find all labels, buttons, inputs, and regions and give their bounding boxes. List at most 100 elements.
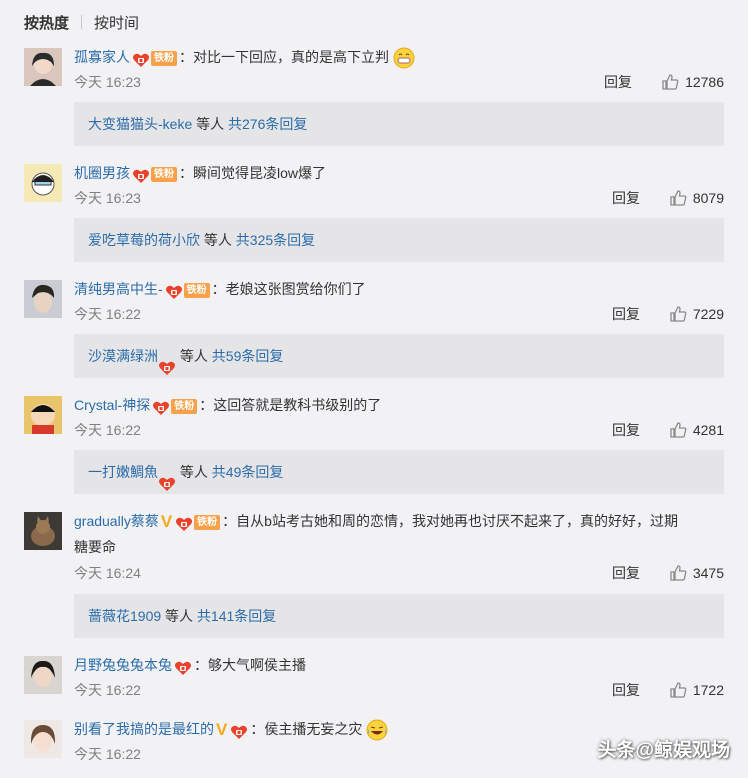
laugh-cry-emoji-icon <box>366 719 388 741</box>
username[interactable]: 月野兔兔兔本兔 <box>74 657 172 673</box>
replies-summary[interactable]: 蔷薇花1909 等人 共141条回复 <box>74 594 724 638</box>
like-button[interactable]: 12786 <box>661 71 724 93</box>
divider <box>81 15 83 29</box>
like-button[interactable]: 1722 <box>669 679 724 701</box>
comment-meta: 今天 16:22 回复 4281 <box>74 419 724 441</box>
badge-group <box>174 658 192 676</box>
replies-etc: 等人 <box>200 232 236 248</box>
username[interactable]: 机圈男孩 <box>74 165 130 181</box>
comment-text: ：侯主播无妄之灾 <box>250 721 363 737</box>
replies-summary[interactable]: 大变猫猫头-keke 等人 共276条回复 <box>74 102 724 146</box>
reply-username[interactable]: 爱吃草莓的荷小欣 <box>88 232 200 248</box>
like-button[interactable]: 7229 <box>669 303 724 325</box>
fan-badge: 铁粉 <box>151 50 177 66</box>
comment-text-cont: 糖要命 <box>74 539 116 555</box>
badge-group: V <box>216 717 248 743</box>
comment-text: ：对比一下回应，真的是高下立判 <box>179 49 389 65</box>
badge-group: 铁粉 <box>132 50 177 68</box>
thumbs-up-icon <box>662 74 679 90</box>
avatar[interactable] <box>24 48 62 86</box>
replies-count-link[interactable]: 共59条回复 <box>212 348 284 364</box>
v-badge-icon: V <box>216 720 228 740</box>
like-button[interactable]: 8079 <box>669 187 724 209</box>
comment-meta: 今天 16:23 回复 12786 <box>74 71 724 93</box>
heart-badge-icon <box>165 282 183 300</box>
thumbs-up-icon <box>670 422 687 438</box>
replies-summary[interactable]: 沙漠满绿洲 等人 共59条回复 <box>74 334 724 378</box>
comment-text: ：自从b站考古她和周的恋情，我对她再也讨厌不起来了，真的好好，过期 <box>222 513 678 529</box>
sort-by-time-tab[interactable]: 按时间 <box>94 12 139 33</box>
avatar[interactable] <box>24 720 62 758</box>
timestamp: 今天 16:24 <box>74 565 141 581</box>
comment-meta: 今天 16:23 回复 8079 <box>74 187 724 209</box>
comment-line: 孤寡家人 铁粉 ：对比一下回应，真的是高下立判 <box>74 44 724 70</box>
username[interactable]: 别看了我搞的是最红的 <box>74 721 214 737</box>
replies-count-link[interactable]: 共49条回复 <box>212 464 284 480</box>
like-count: 8079 <box>692 190 724 206</box>
avatar[interactable] <box>24 280 62 318</box>
username[interactable]: 清纯男高中生- <box>74 281 163 297</box>
comment-line: 月野兔兔兔本兔 ：够大气啊侯主播 <box>74 652 724 678</box>
reply-username[interactable]: 一打嫩鯛魚 <box>88 464 158 480</box>
timestamp: 今天 16:22 <box>74 306 141 322</box>
comment-line: gradually蔡蔡 V 铁粉 ：自从b站考古她和周的恋情，我对她再也讨厌不起来了，… <box>74 508 724 535</box>
replies-etc: 等人 <box>176 348 212 364</box>
replies-count-link[interactable]: 共141条回复 <box>197 608 276 624</box>
grin-emoji-icon <box>393 47 415 69</box>
reply-button[interactable]: 回复 <box>604 71 632 93</box>
thumbs-up-icon <box>670 682 687 698</box>
badge-group: 铁粉 <box>165 282 210 300</box>
reply-username[interactable]: 大变猫猫头-keke <box>88 116 192 132</box>
replies-count-link[interactable]: 共276条回复 <box>228 116 307 132</box>
comment-text: ：这回答就是教科书级别的了 <box>199 397 382 413</box>
heart-badge-icon <box>152 398 170 416</box>
reply-button[interactable]: 回复 <box>612 562 640 584</box>
timestamp: 今天 16:22 <box>74 746 141 762</box>
avatar[interactable] <box>24 396 62 434</box>
reply-button[interactable]: 回复 <box>612 679 640 701</box>
username[interactable]: gradually蔡蔡 <box>74 513 159 529</box>
username[interactable]: Crystal-神探 <box>74 397 150 413</box>
heart-badge-icon <box>230 722 248 740</box>
comment-text: ：瞬间觉得昆凌low爆了 <box>179 165 327 181</box>
like-count: 3475 <box>692 565 724 581</box>
like-button[interactable]: 3475 <box>669 562 724 584</box>
avatar[interactable] <box>24 164 62 202</box>
comment-meta: 今天 16:22 回复 7229 <box>74 303 724 325</box>
badge-group: 铁粉 <box>132 166 177 184</box>
heart-badge-icon <box>132 50 150 68</box>
heart-badge-icon <box>132 166 150 184</box>
reply-button[interactable]: 回复 <box>612 187 640 209</box>
comment-line: Crystal-神探 铁粉 ：这回答就是教科书级别的了 <box>74 392 724 418</box>
like-count: 12786 <box>685 74 724 90</box>
like-count: 4281 <box>692 422 724 438</box>
timestamp: 今天 16:23 <box>74 190 141 206</box>
like-button[interactable]: 4281 <box>669 419 724 441</box>
reply-button[interactable]: 回复 <box>612 419 640 441</box>
reply-username[interactable]: 蔷薇花1909 <box>88 608 161 624</box>
replies-etc: 等人 <box>192 116 229 132</box>
badge-group: V 铁粉 <box>161 509 221 535</box>
fan-badge: 铁粉 <box>183 282 210 298</box>
avatar[interactable] <box>24 512 62 550</box>
badge-group: 铁粉 <box>152 398 198 416</box>
like-count: 1722 <box>692 682 724 698</box>
like-count: 7229 <box>692 306 724 322</box>
replies-count-link[interactable]: 共325条回复 <box>236 232 315 248</box>
avatar[interactable] <box>24 656 62 694</box>
fan-badge: 铁粉 <box>151 166 177 182</box>
fan-badge: 铁粉 <box>194 514 221 530</box>
replies-summary[interactable]: 爱吃草莓的荷小欣 等人 共325条回复 <box>74 218 724 262</box>
heart-badge-icon <box>175 514 193 532</box>
username[interactable]: 孤寡家人 <box>74 49 130 65</box>
replies-etc: 等人 <box>161 608 197 624</box>
comment-line-cont: 糖要命 <box>74 534 724 560</box>
timestamp: 今天 16:23 <box>74 74 141 90</box>
sort-by-hot-tab[interactable]: 按热度 <box>24 12 69 33</box>
reply-username[interactable]: 沙漠满绿洲 <box>88 348 158 364</box>
heart-badge-icon <box>158 349 176 376</box>
timestamp: 今天 16:22 <box>74 682 141 698</box>
reply-button[interactable]: 回复 <box>612 303 640 325</box>
replies-summary[interactable]: 一打嫩鯛魚 等人 共49条回复 <box>74 450 724 494</box>
comment-line: 清纯男高中生- 铁粉 ：老娘这张图赏给你们了 <box>74 276 724 302</box>
